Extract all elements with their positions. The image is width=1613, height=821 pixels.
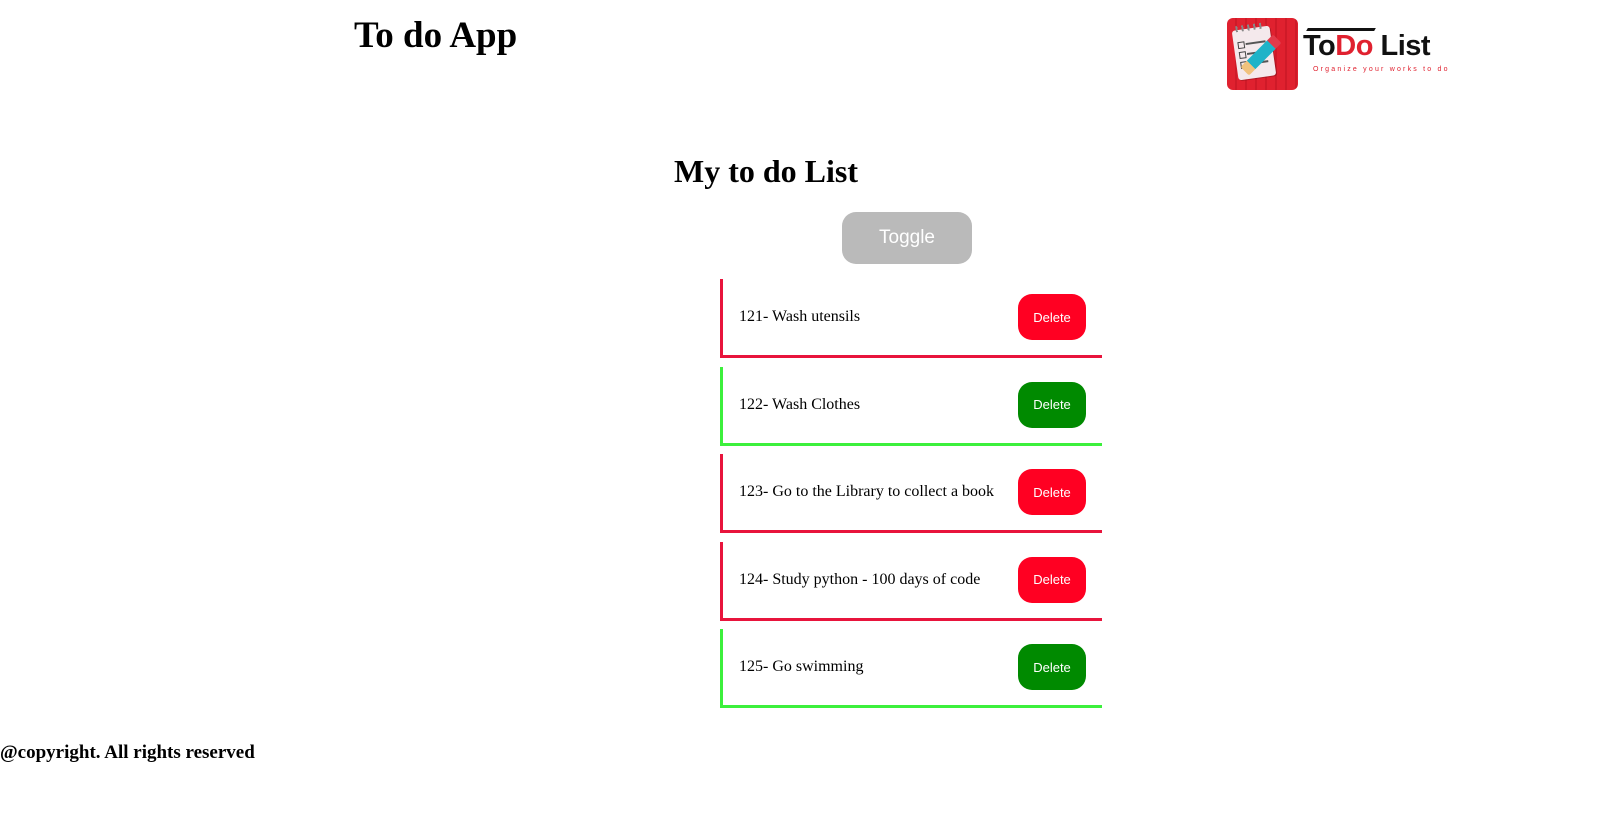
todo-item: 121- Wash utensils Delete [720,279,1102,358]
delete-button[interactable]: Delete [1018,294,1086,340]
delete-button[interactable]: Delete [1018,556,1086,603]
logo-tagline: Organize your works to do [1313,66,1450,73]
logo-wordmark: ToDo List [1303,30,1431,62]
todo-text: 121- Wash utensils [739,308,861,325]
todo-list: 121- Wash utensils Delete 122- Wash Clot… [720,279,1102,717]
todo-item: 125- Go swimming Delete [720,629,1102,708]
delete-button[interactable]: Delete [1018,381,1086,428]
notepad-pencil-icon [1227,18,1298,90]
todo-list-logo: ToDo List Organize your works to do [1227,18,1448,92]
delete-button[interactable]: Delete [1018,469,1086,515]
list-title: My to do List [674,153,858,189]
todo-text: 124- Study python - 100 days of code [739,570,981,588]
todo-item: 124- Study python - 100 days of code Del… [720,541,1102,621]
app-title: To do App [354,15,518,56]
todo-text: 125- Go swimming [739,658,864,675]
todo-text: 122- Wash Clothes [739,395,861,413]
todo-item: 122- Wash Clothes Delete [720,366,1102,446]
todo-item: 123- Go to the Library to collect a book… [720,454,1102,533]
copyright-footer: @copyright. All rights reserved [0,742,255,763]
delete-button[interactable]: Delete [1018,644,1086,690]
toggle-button[interactable]: Toggle [842,212,972,264]
todo-text: 123- Go to the Library to collect a book [739,483,995,500]
